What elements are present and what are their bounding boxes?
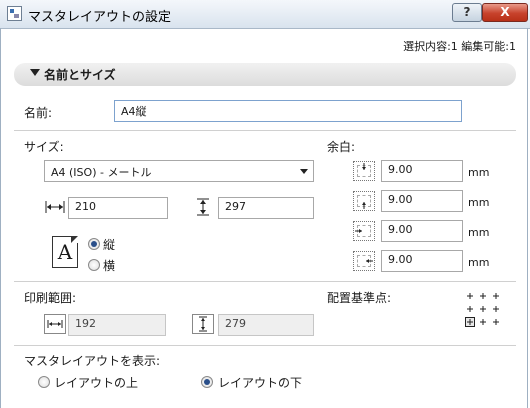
anchor-point-grid[interactable]: [464, 290, 502, 328]
name-label: 名前:: [24, 106, 53, 120]
anchor-label: 配置基準点:: [327, 291, 392, 305]
help-button[interactable]: ?: [452, 3, 482, 22]
above-layout-label[interactable]: レイアウトの上: [54, 374, 138, 391]
collapse-triangle-icon: [30, 69, 40, 76]
show-master-label: マスタレイアウトを表示:: [24, 354, 161, 368]
bottom-margin-icon: [353, 191, 375, 211]
window-title: マスタレイアウトの設定: [28, 10, 172, 25]
section-header-name-size[interactable]: 名前とサイズ: [14, 63, 516, 86]
left-margin-unit: mm: [468, 226, 490, 239]
close-button[interactable]: X: [482, 3, 528, 22]
paper-orientation-icon: A: [52, 236, 78, 268]
print-area-width-field: 192: [68, 314, 166, 336]
section-title: 名前とサイズ: [44, 68, 116, 82]
top-margin-icon: [353, 161, 375, 181]
landscape-radio[interactable]: [88, 259, 100, 271]
left-margin-icon: [353, 221, 375, 241]
bottom-margin-field[interactable]: 9.00: [381, 190, 463, 212]
portrait-label[interactable]: 縦: [103, 236, 115, 253]
right-margin-field[interactable]: 9.00: [381, 250, 463, 272]
print-area-height-field: 279: [218, 314, 314, 336]
title-bar: マスタレイアウトの設定 ? X: [0, 0, 530, 29]
margins-label: 余白:: [327, 140, 356, 154]
right-margin-unit: mm: [468, 256, 490, 269]
below-layout-radio[interactable]: [201, 376, 213, 388]
size-label: サイズ:: [24, 140, 64, 154]
bottom-margin-unit: mm: [468, 196, 490, 209]
selection-info: 選択内容:1 編集可能:1: [403, 40, 516, 53]
height-arrow-icon: [192, 197, 214, 217]
paper-size-dropdown[interactable]: A4 (ISO) - メートル: [44, 160, 314, 182]
divider: [14, 345, 516, 346]
top-margin-unit: mm: [468, 166, 490, 179]
portrait-radio[interactable]: [88, 238, 100, 250]
divider: [14, 281, 516, 282]
left-margin-field[interactable]: 9.00: [381, 220, 463, 242]
paper-height-field[interactable]: 297: [218, 197, 314, 219]
window-icon: [7, 6, 22, 21]
divider: [14, 130, 516, 131]
chevron-down-icon: [300, 169, 308, 174]
paper-width-field[interactable]: 210: [68, 197, 168, 219]
print-area-label: 印刷範囲:: [24, 291, 77, 305]
landscape-label[interactable]: 横: [103, 257, 115, 274]
above-layout-radio[interactable]: [38, 376, 50, 388]
width-arrow-icon: [44, 314, 66, 334]
height-arrow-icon: [192, 314, 214, 334]
right-margin-icon: [353, 251, 375, 271]
name-field[interactable]: A4縦: [114, 100, 462, 122]
paper-size-value: A4 (ISO) - メートル: [51, 166, 152, 179]
below-layout-label[interactable]: レイアウトの下: [218, 374, 302, 391]
top-margin-field[interactable]: 9.00: [381, 160, 463, 182]
width-arrow-icon: [44, 197, 66, 217]
